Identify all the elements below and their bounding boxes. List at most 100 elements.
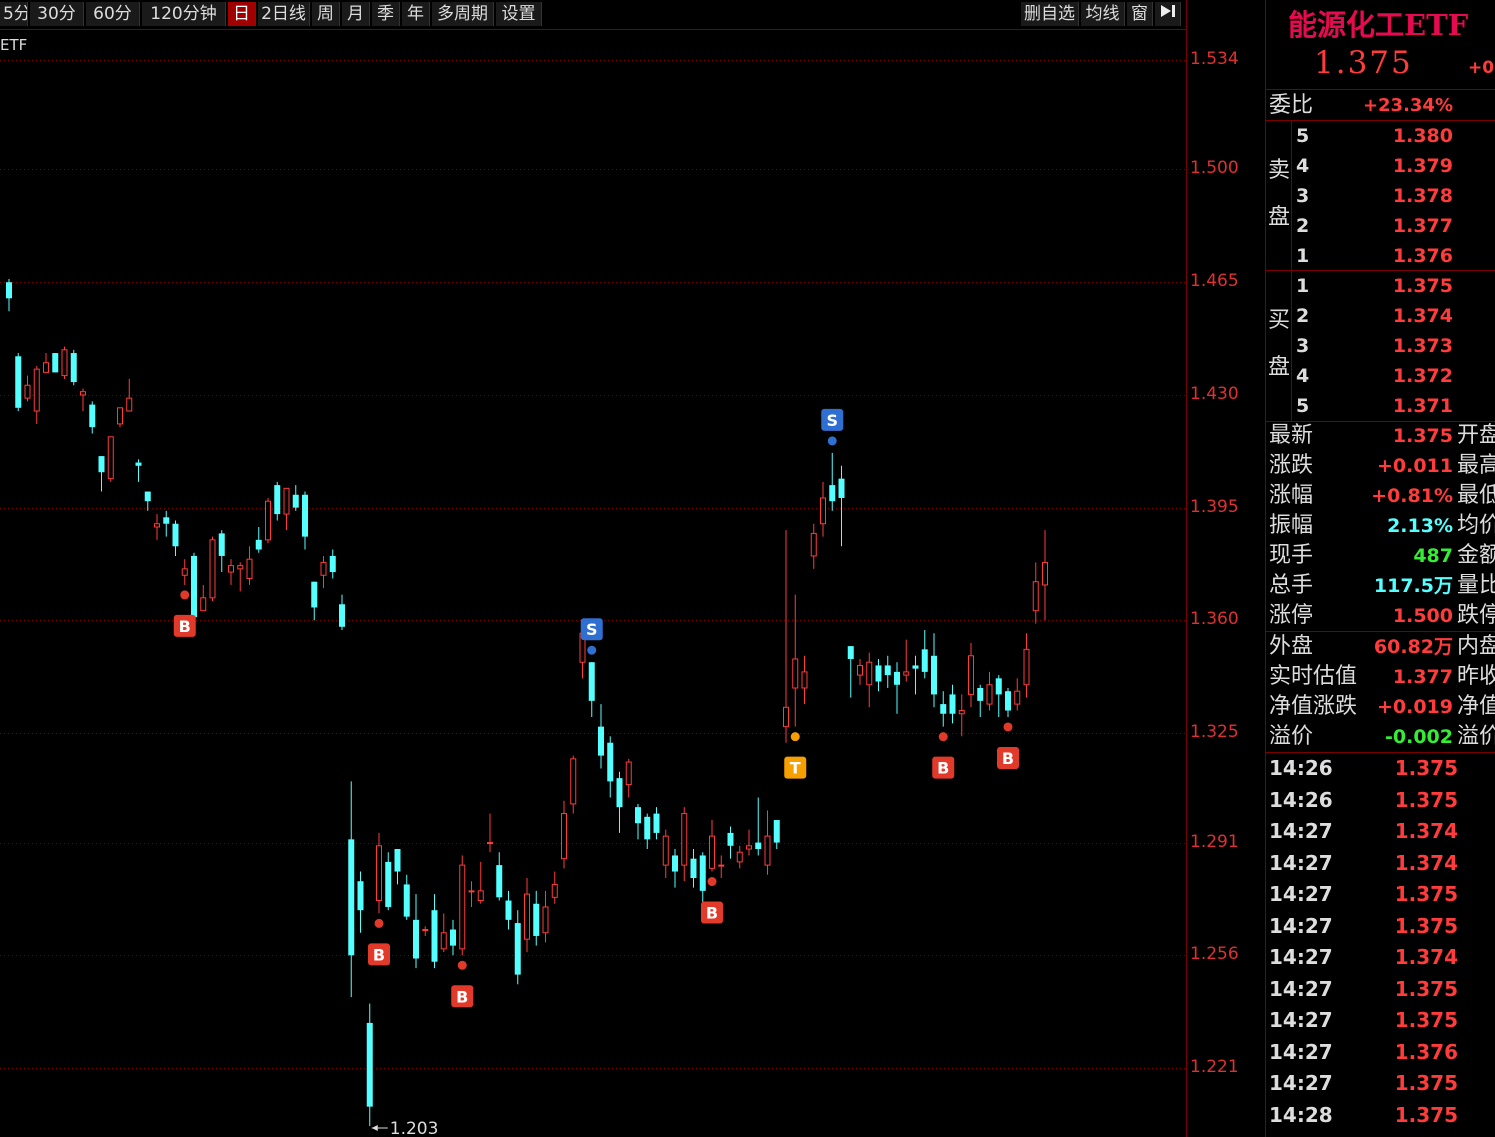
candle-body: [200, 597, 207, 612]
tick-price: 1.374: [1394, 819, 1458, 843]
price-axis-label: 1.291: [1190, 831, 1239, 852]
period-toolbar: 5分30分60分120分钟日2日线周月季年多周期设置 删自选均线窗: [0, 0, 1186, 30]
candlestick-chart[interactable]: B B B S B T S B B 1.203: [0, 30, 1186, 1137]
period-tab-9[interactable]: 年: [402, 2, 430, 26]
buy-book-level-row[interactable]: 3 1.373: [1266, 331, 1495, 361]
candle-body: [376, 845, 382, 902]
sell-book-level-row[interactable]: 5 1.380: [1266, 121, 1495, 151]
weibi-value: +23.34%: [1362, 95, 1453, 116]
candle-body: [70, 353, 77, 383]
candle-body: [709, 835, 715, 869]
period-tab-4[interactable]: 日: [228, 2, 256, 26]
candle-body: [144, 491, 151, 502]
tick-price: 1.374: [1394, 945, 1458, 969]
period-tab-10[interactable]: 多周期: [432, 2, 494, 26]
period-tab-2[interactable]: 60分: [86, 2, 140, 26]
tick-row[interactable]: 14:27 1.375: [1266, 879, 1495, 910]
price-axis-label: 1.395: [1190, 496, 1239, 517]
stat-label: 现手: [1269, 543, 1314, 568]
signal-dot: [374, 918, 384, 928]
stat-right-label: 昨收: [1457, 664, 1495, 689]
tick-row[interactable]: 14:26 1.375: [1266, 753, 1495, 784]
tick-row[interactable]: 14:27 1.375: [1266, 911, 1495, 942]
level-number: 3: [1296, 185, 1310, 207]
candle-body: [1005, 691, 1011, 711]
collapse-right-icon[interactable]: [1155, 2, 1181, 26]
tick-row[interactable]: 14:27 1.376: [1266, 1037, 1495, 1068]
candle-body: [255, 539, 262, 550]
candle-body: [838, 478, 845, 498]
tick-row[interactable]: 14:27 1.375: [1266, 1005, 1495, 1036]
candle-body: [616, 778, 623, 808]
tick-row[interactable]: 14:27 1.374: [1266, 942, 1495, 973]
tick-row[interactable]: 14:27 1.374: [1266, 848, 1495, 879]
candle-body: [644, 816, 651, 840]
buy-book-level-row[interactable]: 5 1.371: [1266, 391, 1495, 421]
sell-book-level-row[interactable]: 3 1.378: [1266, 181, 1495, 211]
sell-book-level-row[interactable]: 2 1.377: [1266, 211, 1495, 241]
period-tab-3[interactable]: 120分钟: [142, 2, 226, 26]
candle-body: [357, 881, 364, 911]
signal-s-label: S: [826, 411, 838, 430]
toolbar-right-button-1[interactable]: 均线: [1081, 2, 1125, 26]
candle-body: [117, 407, 123, 425]
candle-body: [653, 813, 660, 833]
signal-b-label: B: [373, 945, 385, 964]
tick-row[interactable]: 14:27 1.374: [1266, 816, 1495, 847]
buy-book-level-row[interactable]: 1 1.375: [1266, 271, 1495, 301]
low-marker-arrowhead: [371, 1124, 378, 1131]
tick-row[interactable]: 14:27 1.375: [1266, 974, 1495, 1005]
stat-label: 总手: [1269, 573, 1314, 598]
buy-book-level-row[interactable]: 2 1.374: [1266, 301, 1495, 331]
period-tab-11[interactable]: 设置: [496, 2, 542, 26]
stat-right-label: 均价: [1457, 513, 1495, 538]
period-tab-7[interactable]: 月: [342, 2, 370, 26]
stat-value: -0.002: [1385, 726, 1453, 748]
candle-body: [958, 710, 965, 715]
quote-panel: 能源化工ETF 1.375 +0. 委比 +23.34% 卖盘51.38041.…: [1266, 0, 1495, 1137]
buy-book-level-row[interactable]: 4 1.372: [1266, 361, 1495, 391]
stat-right-label: 金额: [1457, 543, 1495, 568]
candle-body: [875, 665, 882, 682]
tick-row[interactable]: 14:27 1.375: [1266, 1068, 1495, 1099]
candle-body: [15, 356, 22, 408]
candle-body: [52, 353, 59, 373]
stat-right-label: 跌停: [1457, 603, 1495, 628]
candle-body: [588, 662, 595, 701]
stats2-row: 溢价 -0.002 溢价: [1266, 722, 1495, 752]
signal-dot: [1003, 722, 1013, 732]
tick-row[interactable]: 14:26 1.375: [1266, 785, 1495, 816]
sell-book-level-row[interactable]: 4 1.379: [1266, 151, 1495, 181]
tick-time: 14:27: [1269, 882, 1333, 906]
period-tab-5[interactable]: 2日线: [258, 2, 310, 26]
tick-time: 14:27: [1269, 945, 1333, 969]
candle-body: [986, 684, 993, 705]
candle-body: [274, 485, 281, 515]
candle-body: [385, 861, 392, 907]
candle-body: [24, 384, 31, 399]
candlestick-chart-area[interactable]: B B B S B T S B B 1.203: [0, 30, 1186, 1137]
tick-row[interactable]: 14:28 1.375: [1266, 1100, 1495, 1131]
period-tab-6[interactable]: 周: [312, 2, 340, 26]
stat-value: 1.500: [1392, 605, 1453, 627]
candle-body: [635, 807, 641, 824]
toolbar-right-button-0[interactable]: 删自选: [1021, 2, 1079, 26]
period-tab-8[interactable]: 季: [372, 2, 400, 26]
tick-time: 14:26: [1269, 787, 1333, 812]
candle-body: [968, 655, 974, 695]
candle-body: [496, 865, 503, 898]
candle-body: [450, 929, 456, 946]
period-tab-1[interactable]: 30分: [30, 2, 84, 26]
stat-right-label: 最低: [1457, 483, 1495, 508]
candle-body: [80, 391, 86, 396]
candle-body: [422, 929, 429, 932]
toolbar-right-button-2[interactable]: 窗: [1127, 2, 1153, 26]
level-price: 1.380: [1392, 125, 1453, 147]
tick-price: 1.375: [1394, 1071, 1458, 1095]
tick-time: 14:26: [1269, 756, 1333, 780]
level-number: 4: [1296, 365, 1310, 387]
period-tab-0[interactable]: 5分: [0, 2, 28, 26]
price-axis-label: 1.221: [1190, 1057, 1239, 1077]
signal-b-label: B: [179, 617, 191, 636]
sell-book-level-row[interactable]: 1 1.376: [1266, 241, 1495, 271]
